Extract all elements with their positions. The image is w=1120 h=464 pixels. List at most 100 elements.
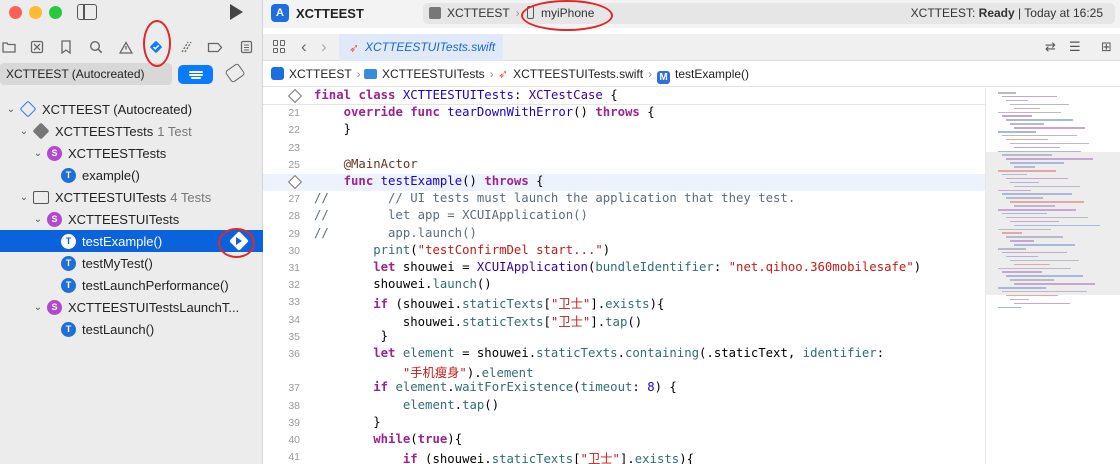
test-case-row[interactable]: Texample() xyxy=(0,164,263,186)
disclosure-chevron-icon[interactable]: ⌄ xyxy=(32,148,44,159)
minimap-line xyxy=(998,248,1026,250)
refresh-arrows-icon[interactable]: ⇄ xyxy=(1045,39,1056,55)
disclosure-chevron-icon[interactable]: ⌄ xyxy=(18,126,30,137)
editor-options-icon[interactable]: ☰ xyxy=(1069,39,1081,55)
x-square-icon[interactable] xyxy=(28,38,46,56)
minimap-line xyxy=(1010,279,1054,281)
breadcrumb-group[interactable]: XCTTEESTUITests › xyxy=(364,67,499,81)
zoom-window-button[interactable] xyxy=(49,6,62,19)
minimap-line xyxy=(1002,95,1057,98)
sidebar-toggle-icon[interactable] xyxy=(77,4,97,20)
minimize-window-button[interactable] xyxy=(29,6,42,19)
code-line[interactable]: 35 } xyxy=(263,329,985,346)
code-text: func testExample() throws { xyxy=(343,174,544,188)
app-project-icon: A xyxy=(271,4,289,22)
test-case-row[interactable]: TtestLaunch() xyxy=(0,318,263,340)
folder-icon[interactable] xyxy=(0,38,18,56)
code-line[interactable]: 29 // app.launch() xyxy=(263,226,985,243)
hierarchy-filter-icon[interactable] xyxy=(178,65,213,84)
minimap-line xyxy=(998,287,1046,289)
minimap[interactable] xyxy=(985,88,1120,464)
tag-icon[interactable] xyxy=(224,62,246,84)
code-line[interactable]: 33 if (shouwei.staticTexts["卫士"].exists)… xyxy=(263,294,985,311)
code-text: element.tap() xyxy=(402,397,500,412)
bookmark-icon[interactable] xyxy=(57,38,75,56)
line-number: 41 xyxy=(288,451,300,464)
source-editor[interactable]: final class XCTTEESTUITests: XCTestCase … xyxy=(263,88,985,464)
code-line[interactable]: 39 } xyxy=(263,415,985,432)
breadcrumb-file[interactable]: ➶ XCTTEESTUITests.swift › xyxy=(498,67,657,81)
code-text: print("testConfirmDel start...") xyxy=(373,242,611,257)
test-group-row[interactable]: ⌄ XCTTEESTTests 1 Test xyxy=(0,120,263,142)
test-group-row[interactable]: ⌄ S XCTTEESTUITestsLaunchT... xyxy=(0,296,263,318)
destination-name: myiPhone xyxy=(541,6,595,20)
report-icon[interactable] xyxy=(237,38,255,56)
code-line[interactable]: 28 // let app = XCUIApplication() xyxy=(263,208,985,225)
test-diamond-icon[interactable] xyxy=(287,88,303,104)
add-editor-icon[interactable]: ⊞ xyxy=(1101,39,1112,55)
code-line[interactable]: 30 print("testConfirmDel start...") xyxy=(263,243,985,260)
code-line[interactable]: 37 if element.waitForExistence(timeout: … xyxy=(263,380,985,397)
test-case-row[interactable]: TtestLaunchPerformance() xyxy=(0,274,263,296)
code-line[interactable]: 21 override func tearDownWithError() thr… xyxy=(263,105,985,122)
code-text: let shouwei = XCUIApplication(bundleIden… xyxy=(373,260,922,274)
run-play-icon[interactable] xyxy=(228,3,244,21)
code-line[interactable]: 34 shouwei.staticTexts["卫士"].tap() xyxy=(263,312,985,329)
test-navigator-icon[interactable] xyxy=(147,38,165,56)
code-text: } xyxy=(314,122,352,137)
minimap-line xyxy=(1014,263,1050,266)
code-text: } xyxy=(314,328,389,343)
test-diamond-icon[interactable] xyxy=(287,174,303,190)
code-line[interactable]: 36 let element = shouwei.staticTexts.con… xyxy=(263,346,985,363)
minimap-line xyxy=(1010,240,1034,242)
run-destination-selector[interactable]: myiPhone xyxy=(527,6,594,20)
test-plan-popup[interactable]: XCTTEEST (Autocreated) xyxy=(0,63,172,85)
minimap-line xyxy=(1010,181,1039,184)
breadcrumb-project[interactable]: XCTTEEST › xyxy=(271,67,366,81)
forward-arrow-icon[interactable]: › xyxy=(321,37,327,57)
code-line[interactable]: func testExample() throws { xyxy=(263,174,985,191)
code-line[interactable]: 23 xyxy=(263,140,985,157)
code-line[interactable]: 32 shouwei.launch() xyxy=(263,277,985,294)
minimap-line xyxy=(998,228,1051,230)
code-line[interactable]: 25 @MainActor xyxy=(263,157,985,174)
test-case-row[interactable]: TtestMyTest() xyxy=(0,252,263,274)
test-plan-filter-row: XCTTEEST (Autocreated) xyxy=(0,62,263,85)
back-arrow-icon[interactable]: ‹ xyxy=(301,37,307,57)
window-toolbar: A XCTTEEST XCTTEEST › myiPhone XCTTEEST: … xyxy=(263,0,1120,28)
scheme-selector[interactable]: XCTTEEST › xyxy=(429,6,525,20)
test-group-row[interactable]: ⌄ S XCTTEESTTests xyxy=(0,142,263,164)
disclosure-chevron-icon[interactable]: ⌄ xyxy=(32,302,44,313)
sticky-scope-header[interactable]: final class XCTTEESTUITests: XCTestCase … xyxy=(263,88,985,105)
code-line[interactable]: "手机瘦身").element xyxy=(263,363,985,380)
breakpoint-icon[interactable] xyxy=(206,38,224,56)
test-plan-icon xyxy=(19,100,37,118)
build-status: XCTTEEST: Ready | Today at 16:25 xyxy=(911,6,1103,20)
breadcrumb-symbol[interactable]: MtestExample() xyxy=(657,67,749,84)
close-window-button[interactable] xyxy=(9,6,22,19)
disclosure-chevron-icon[interactable]: ⌄ xyxy=(18,192,30,203)
test-tree: ⌄ XCTTEEST (Autocreated) ⌄ XCTTEESTTests 1 T… xyxy=(0,98,263,340)
test-group-row[interactable]: ⌄ XCTTEEST (Autocreated) xyxy=(0,98,263,120)
code-line[interactable]: 40 while(true){ xyxy=(263,432,985,449)
test-group-row[interactable]: ⌄ XCTTEESTUITests 4 Tests xyxy=(0,186,263,208)
search-icon[interactable] xyxy=(87,38,105,56)
warning-icon[interactable] xyxy=(117,38,135,56)
debug-icon[interactable] xyxy=(177,38,195,56)
code-line[interactable]: 41 if (shouwei.staticTexts["卫士"].exists)… xyxy=(263,449,985,464)
disclosure-chevron-icon[interactable]: ⌄ xyxy=(5,104,17,115)
minimap-line xyxy=(1010,259,1079,262)
disclosure-chevron-icon[interactable]: ⌄ xyxy=(32,214,44,225)
related-items-grid-icon[interactable] xyxy=(273,40,286,53)
activity-viewer: XCTTEEST › myiPhone XCTTEEST: Ready | Tod… xyxy=(423,3,1115,24)
code-line[interactable]: 31 let shouwei = XCUIApplication(bundleI… xyxy=(263,260,985,277)
status-state: Ready xyxy=(978,6,1015,20)
code-line[interactable]: 38 element.tap() xyxy=(263,398,985,415)
test-group-row[interactable]: ⌄ S XCTTEESTUITests xyxy=(0,208,263,230)
tree-item-label: testMyTest() xyxy=(82,255,153,271)
code-line[interactable]: 27 // // UI tests must launch the applica… xyxy=(263,191,985,208)
run-test-diamond-icon[interactable] xyxy=(229,231,249,251)
test-case-row[interactable]: TtestExample() xyxy=(0,230,263,252)
tab-xcttteestuitests-swift[interactable]: ➶ XCTTEESTUITests.swift xyxy=(339,34,503,61)
code-line[interactable]: 22 } xyxy=(263,122,985,139)
